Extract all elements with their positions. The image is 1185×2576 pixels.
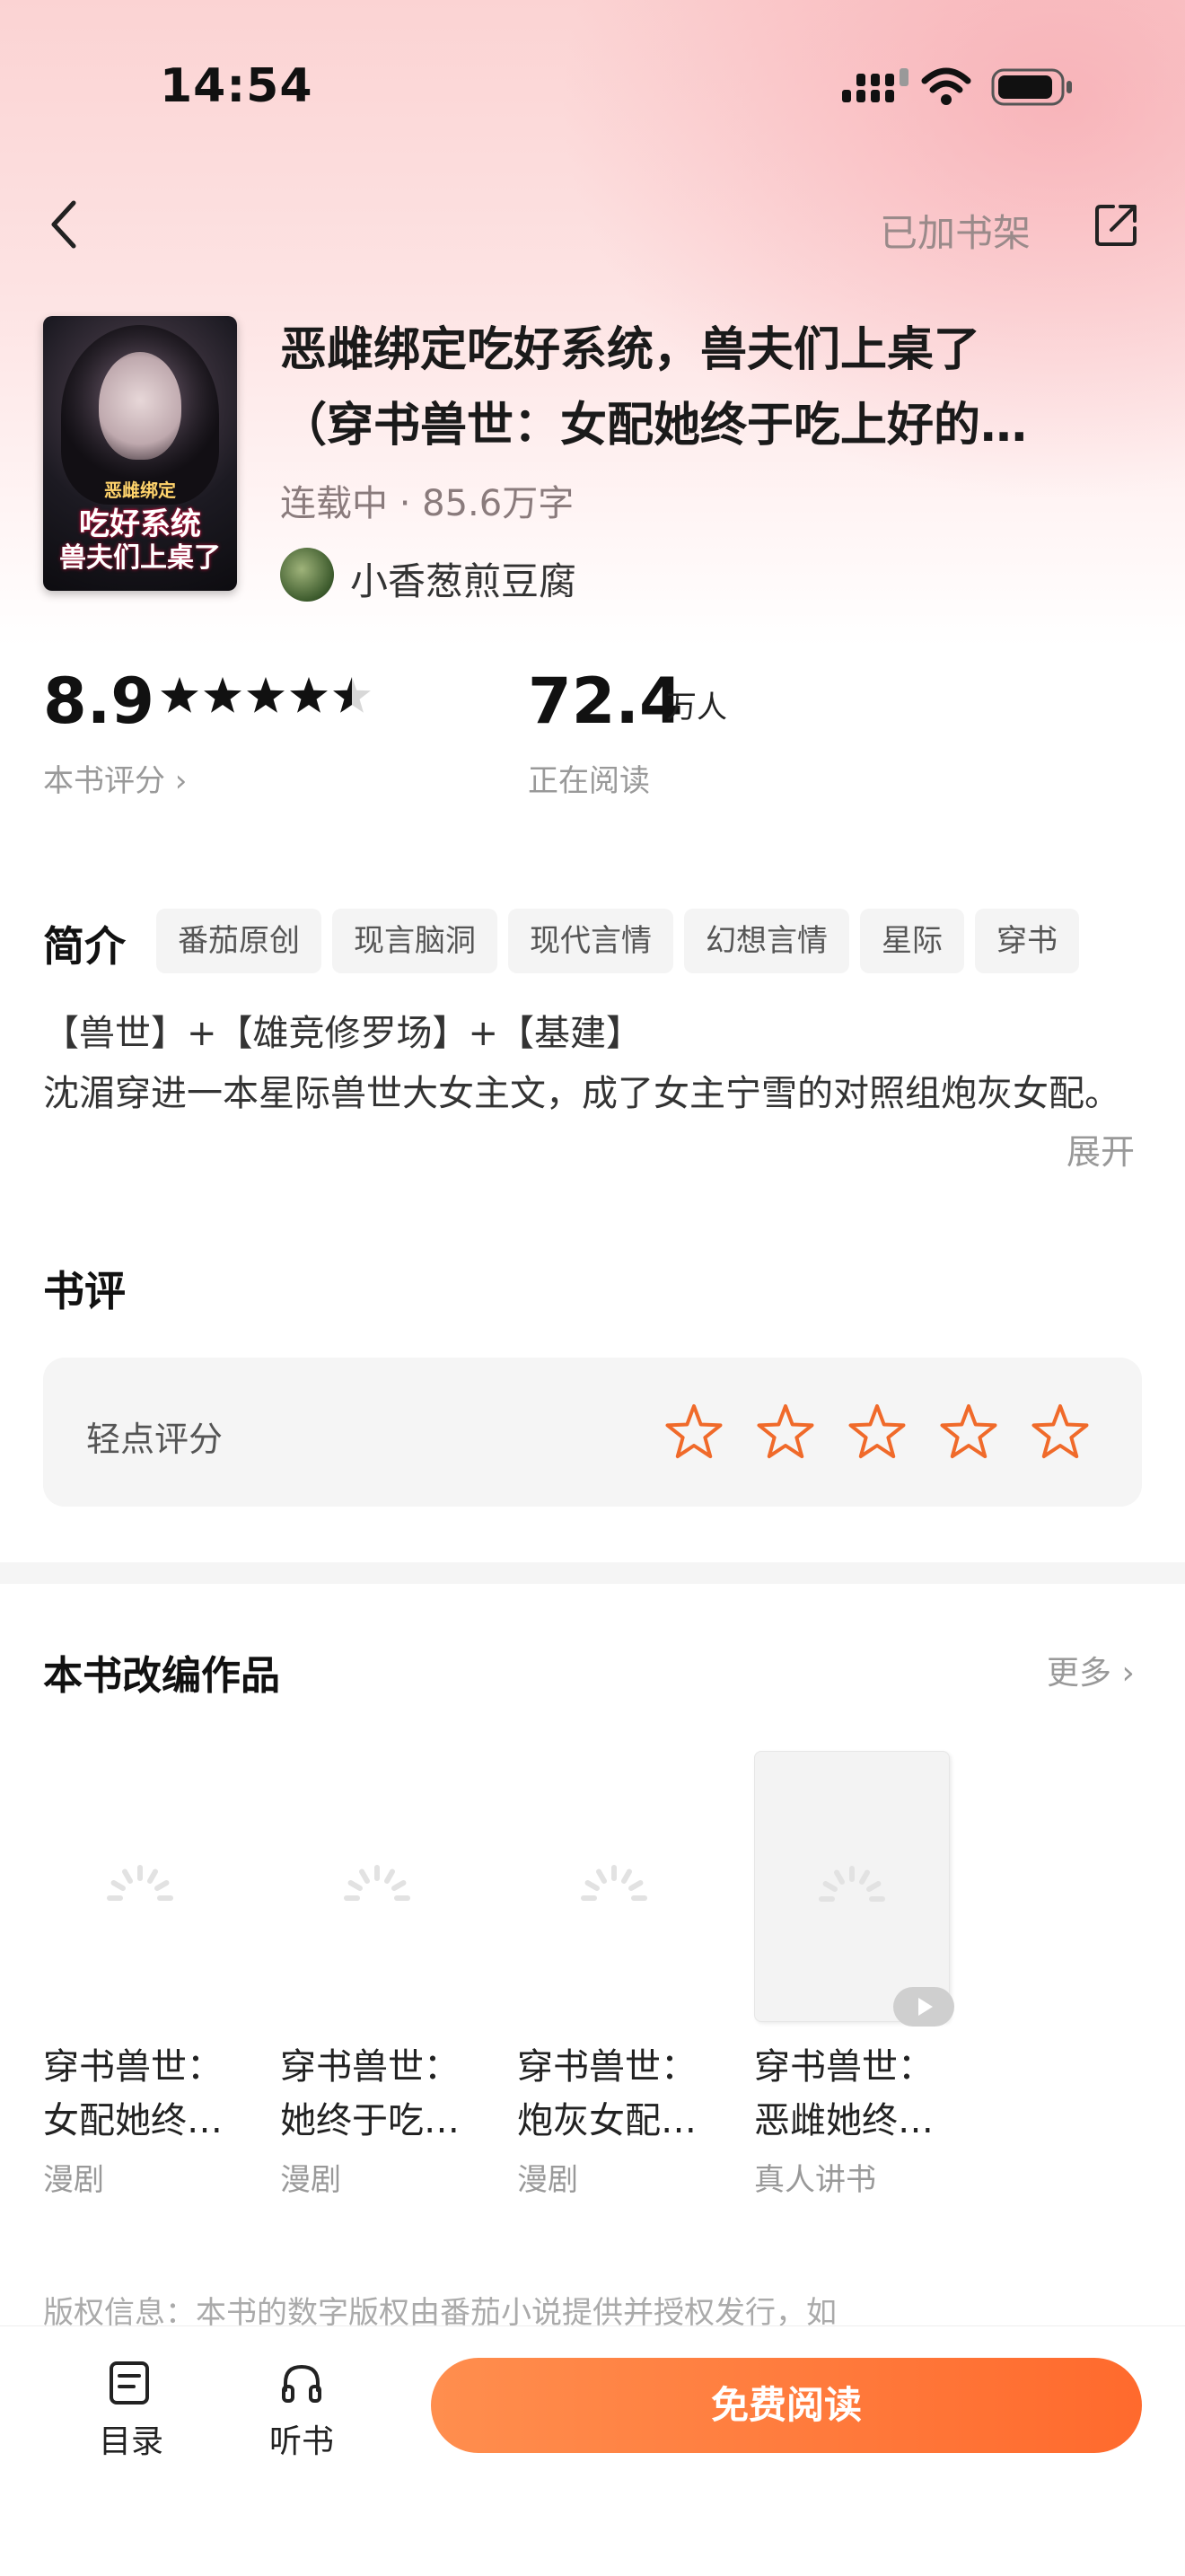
adaptation-type: 漫剧 [280, 2162, 341, 2198]
loading-spinner-icon [819, 1866, 885, 1902]
adaptation-title-line: 穿书兽世： [517, 2046, 697, 2088]
adaptation-thumbnail[interactable] [280, 1751, 474, 2020]
book-title-line: 恶雌绑定吃好系统，兽夫们上桌了 [280, 323, 981, 377]
adaptation-title-line: 穿书兽世： [43, 2046, 223, 2088]
rating-prompt: 轻点评分 [86, 1420, 224, 1459]
loading-spinner-icon [581, 1865, 647, 1901]
score-stars [161, 677, 371, 713]
table-of-contents-label[interactable]: 目录 [99, 2415, 163, 2462]
score-star-fill [247, 677, 285, 713]
author-name[interactable]: 小香葱煎豆腐 [350, 551, 576, 606]
tag-chip[interactable]: 穿书 [975, 909, 1079, 973]
adaptation-type: 真人讲书 [754, 2162, 876, 2198]
intro-keywords: 【兽世】+【雄竞修罗场】+【基建】 [43, 1013, 643, 1054]
adaptation-title[interactable]: 穿书兽世： 炮灰女配… [517, 2040, 711, 2148]
rate-star-icon[interactable] [754, 1401, 817, 1464]
reviews-heading: 书评 [43, 1267, 126, 1315]
cover-title-text: 兽夫们上桌了 [59, 542, 221, 574]
adaptation-title[interactable]: 穿书兽世： 她终于吃… [280, 2040, 474, 2148]
rate-star-icon[interactable] [846, 1401, 908, 1464]
rate-star-icon[interactable] [1029, 1401, 1092, 1464]
adaptation-thumbnail[interactable] [517, 1751, 711, 2020]
adaptation-type: 漫剧 [517, 2162, 578, 2198]
adaptation-title-line: 穿书兽世： [280, 2046, 460, 2088]
book-title: 恶雌绑定吃好系统，兽夫们上桌了 （穿书兽世：女配她终于吃上好的… [280, 312, 1160, 463]
more-link[interactable]: 更多 › [1047, 1647, 1135, 1693]
intro-heading: 简介 [43, 922, 126, 971]
tag-chip[interactable]: 现言脑洞 [332, 909, 497, 973]
added-to-shelf-button[interactable]: 已加书架 [880, 203, 1031, 258]
back-icon[interactable] [43, 198, 88, 251]
loading-spinner-icon [344, 1865, 410, 1901]
adaptation-type: 漫剧 [43, 2162, 104, 2198]
loading-spinner-icon [107, 1865, 173, 1901]
score-star-fill [161, 677, 198, 713]
table-of-contents-icon[interactable] [106, 2360, 153, 2406]
rate-star-icon[interactable] [937, 1401, 1000, 1464]
book-cover[interactable]: 恶雌绑定 吃好系统 兽夫们上桌了 [43, 316, 237, 591]
adaptations-heading: 本书改编作品 [43, 1653, 280, 1699]
score-star-fill [204, 677, 241, 713]
rate-star-icon[interactable] [663, 1401, 725, 1464]
adaptation-title-line: 女配她终… [43, 2100, 223, 2141]
status-time: 14:54 [160, 59, 313, 113]
readers-label: 正在阅读 [528, 763, 650, 799]
adaptation-title-line: 她终于吃… [280, 2100, 460, 2141]
play-icon [893, 1987, 954, 2027]
score-star-fill [290, 677, 328, 713]
adaptation-title[interactable]: 穿书兽世： 女配她终… [43, 2040, 237, 2148]
share-icon[interactable] [1092, 199, 1142, 250]
adaptation-title-line: 恶雌她终… [754, 2100, 934, 2141]
tag-chip[interactable]: 星际 [860, 909, 964, 973]
readers-unit: 万人 [666, 690, 727, 725]
tag-chip[interactable]: 番茄原创 [156, 909, 321, 973]
book-title-line: （穿书兽世：女配她终于吃上好的… [280, 399, 1028, 453]
section-divider [0, 1562, 1185, 1584]
tag-chip[interactable]: 现代言情 [508, 909, 673, 973]
adaptation-title[interactable]: 穿书兽世： 恶雌她终… [754, 2040, 948, 2148]
tag-chip[interactable]: 幻想言情 [684, 909, 849, 973]
cover-figure [99, 352, 181, 460]
author-avatar[interactable] [280, 548, 334, 602]
headphones-icon[interactable] [278, 2360, 325, 2406]
readers-count: 72.4 [528, 664, 683, 738]
wifi-icon [921, 67, 971, 105]
score-label-link[interactable]: 本书评分 › [43, 756, 187, 800]
adaptation-thumbnail[interactable] [43, 1751, 237, 2020]
free-read-button[interactable]: 免费阅读 [431, 2358, 1142, 2453]
book-score: 8.9 [43, 664, 155, 738]
cover-title-text: 恶雌绑定 [104, 479, 176, 501]
adaptation-title-line: 炮灰女配… [517, 2100, 697, 2141]
listen-label[interactable]: 听书 [269, 2415, 334, 2462]
adaptation-title-line: 穿书兽世： [754, 2046, 934, 2088]
book-status-wordcount: 连载中 · 85.6万字 [280, 483, 575, 524]
cellular-signal-icon [842, 68, 908, 102]
intro-text: 沈湄穿进一本星际兽世大女主文，成了女主宁雪的对照组炮灰女配。 [43, 1073, 1120, 1114]
battery-icon [991, 68, 1072, 106]
tag-list: 番茄原创 现言脑洞 现代言情 幻想言情 星际 穿书 [156, 909, 1079, 973]
expand-button[interactable]: 展开 [1066, 1124, 1135, 1174]
adaptation-thumbnail[interactable] [754, 1751, 954, 2027]
